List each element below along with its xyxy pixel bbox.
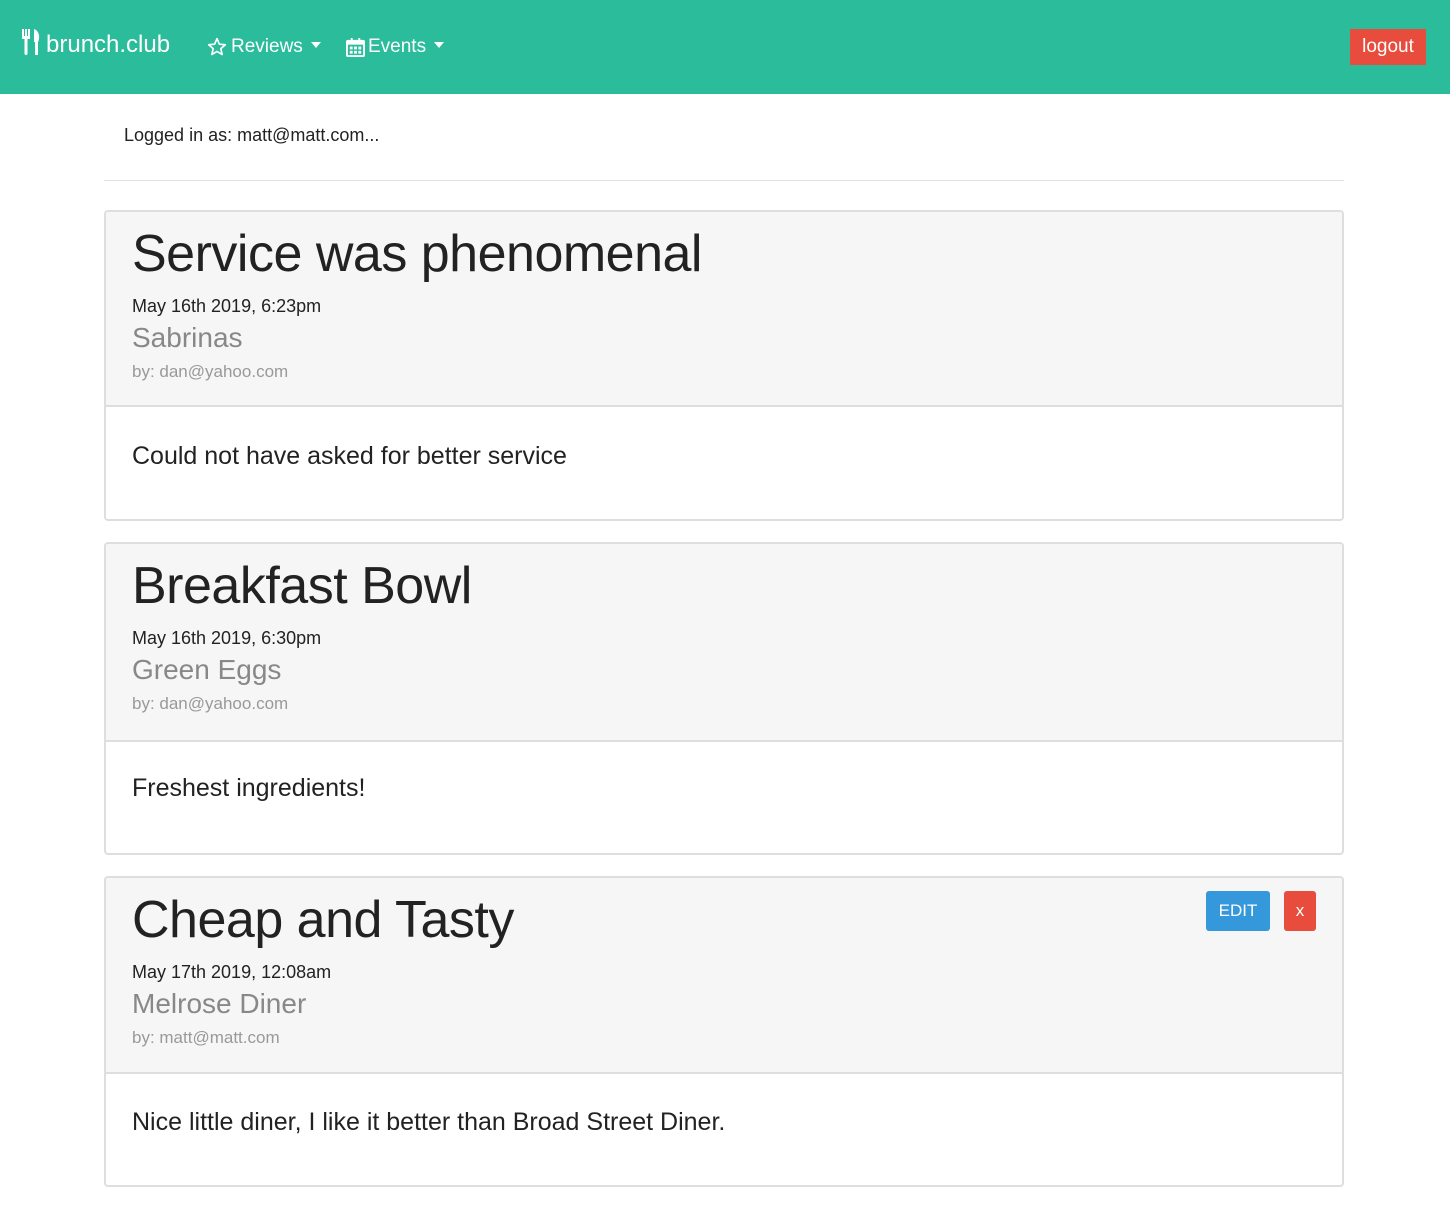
- review-date: May 16th 2019, 6:23pm: [132, 296, 322, 316]
- review-body: Nice little diner, I like it better than…: [132, 1108, 726, 1136]
- edit-review-button[interactable]: EDIT: [1206, 891, 1270, 931]
- events-dropdown[interactable]: Events: [346, 30, 445, 64]
- events-label: Events: [368, 36, 427, 57]
- review-card: Service was phenomenal May 16th 2019, 6:…: [104, 210, 1344, 521]
- review-author: by: dan@yahoo.com: [132, 362, 289, 381]
- reviews-label: Reviews: [231, 36, 303, 57]
- restaurant-name: Green Eggs: [132, 654, 282, 685]
- chevron-down-icon: [434, 42, 445, 48]
- delete-review-button[interactable]: x: [1284, 891, 1316, 931]
- review-body: Freshest ingredients!: [132, 774, 366, 802]
- star-icon: [206, 37, 228, 57]
- logged-in-status: Logged in as: matt@matt.com...: [124, 125, 380, 145]
- review-title: Cheap and Tasty: [132, 891, 514, 949]
- review-date: May 17th 2019, 12:08am: [132, 962, 332, 982]
- review-author: by: dan@yahoo.com: [132, 694, 289, 713]
- restaurant-name: Sabrinas: [132, 322, 243, 353]
- restaurant-name: Melrose Diner: [132, 988, 307, 1019]
- review-card-header: Cheap and Tasty May 17th 2019, 12:08am M…: [106, 878, 1342, 1074]
- divider: [104, 180, 1344, 181]
- review-title: Service was phenomenal: [132, 225, 703, 283]
- review-author: by: matt@matt.com: [132, 1028, 280, 1047]
- reviews-dropdown[interactable]: Reviews: [206, 30, 321, 64]
- brand-name: brunch.club: [46, 31, 171, 58]
- review-date: May 16th 2019, 6:30pm: [132, 628, 322, 648]
- top-navbar: brunch.club Reviews Events logout: [0, 0, 1450, 94]
- review-card-header: Service was phenomenal May 16th 2019, 6:…: [106, 212, 1342, 407]
- review-card: Cheap and Tasty May 17th 2019, 12:08am M…: [104, 876, 1344, 1187]
- brand-link[interactable]: brunch.club: [20, 28, 170, 62]
- calendar-icon: [346, 37, 365, 57]
- review-body: Could not have asked for better service: [132, 442, 567, 470]
- review-card-header: Breakfast Bowl May 16th 2019, 6:30pm Gre…: [106, 544, 1342, 742]
- chevron-down-icon: [310, 42, 321, 48]
- review-card: Breakfast Bowl May 16th 2019, 6:30pm Gre…: [104, 542, 1344, 855]
- utensils-icon: [20, 28, 46, 62]
- logout-button[interactable]: logout: [1350, 29, 1426, 65]
- review-title: Breakfast Bowl: [132, 557, 472, 615]
